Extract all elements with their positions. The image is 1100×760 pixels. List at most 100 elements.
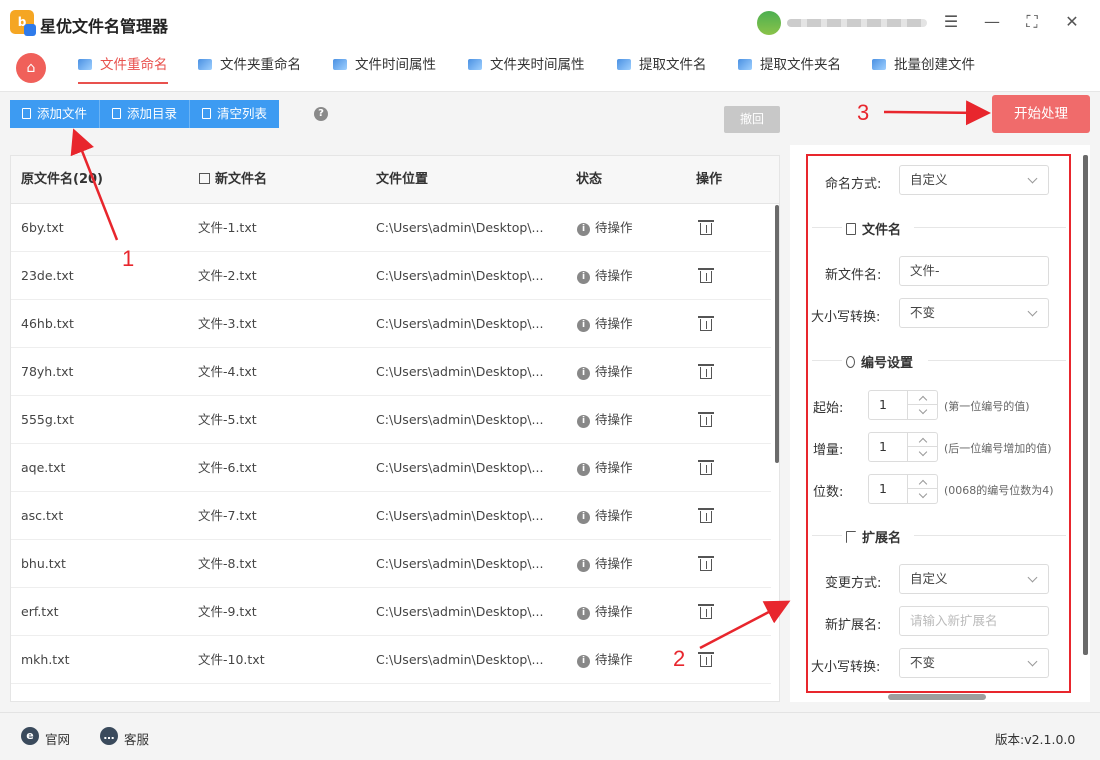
cell-location: C:\Users\admin\Desktop\... (376, 364, 544, 379)
delete-row-icon[interactable] (698, 459, 714, 475)
delete-row-icon[interactable] (698, 219, 714, 235)
support-link[interactable]: 客服 (124, 729, 149, 748)
app-window: b 星优文件名管理器 ☰ — ⛶ ✕ ⌂ 文件重命名 文件夹重命名 文件时间属性… (0, 0, 1100, 760)
case-select[interactable]: 不变 (899, 298, 1049, 328)
ext-mode-select[interactable]: 自定义 (899, 564, 1049, 594)
avatar (757, 11, 781, 35)
new-name-label: 新文件名: (825, 268, 882, 283)
header-new-name: 新文件名 (199, 156, 267, 204)
cell-location: C:\Users\admin\Desktop\... (376, 268, 544, 283)
new-extension-input[interactable]: 请输入新扩展名 (899, 606, 1049, 636)
delete-row-icon[interactable] (698, 411, 714, 427)
delete-row-icon[interactable] (698, 507, 714, 523)
table-row[interactable]: asc.txt 文件-7.txt C:\Users\admin\Desktop\..… (11, 492, 771, 540)
ext-case-select[interactable]: 不变 (899, 648, 1049, 678)
delete-row-icon[interactable] (698, 315, 714, 331)
cell-status: i 待操作 (577, 252, 633, 300)
extract-filename-icon (617, 59, 631, 70)
start-processing-button[interactable]: 开始处理 (992, 95, 1090, 133)
delete-row-icon[interactable] (698, 363, 714, 379)
flag-icon (846, 531, 856, 543)
document-icon (846, 223, 856, 235)
tab-extract-foldername[interactable]: 提取文件夹名 (738, 46, 841, 92)
digits-stepper[interactable]: 1 (868, 474, 938, 504)
home-icon[interactable]: ⌂ (16, 53, 46, 83)
divider (812, 360, 842, 361)
divider (812, 535, 842, 536)
table-row[interactable]: mkh.txt 文件-10.txt C:\Users\admin\Desktop\.… (11, 636, 771, 684)
user-account[interactable] (757, 11, 932, 35)
table-row[interactable]: 78yh.txt 文件-4.txt C:\Users\admin\Desktop\.… (11, 348, 771, 396)
cell-location: C:\Users\admin\Desktop\... (376, 556, 544, 571)
table-row[interactable]: aqe.txt 文件-6.txt C:\Users\admin\Desktop\..… (11, 444, 771, 492)
close-icon[interactable]: ✕ (1061, 11, 1083, 33)
delete-row-icon[interactable] (698, 603, 714, 619)
table-header: 原文件名(20) 新文件名 文件位置 状态 操作 (11, 156, 779, 204)
delete-row-icon[interactable] (698, 555, 714, 571)
table-row[interactable]: 555g.txt 文件-5.txt C:\Users\admin\Desktop\.… (11, 396, 771, 444)
settings-horizontal-scrollbar[interactable] (888, 694, 986, 700)
chat-icon[interactable]: … (100, 727, 118, 745)
increment-button[interactable] (908, 391, 938, 405)
table-row[interactable]: 46hb.txt 文件-3.txt C:\Users\admin\Desktop\.… (11, 300, 771, 348)
undo-button[interactable]: 撤回 (724, 106, 780, 133)
decrement-button[interactable] (908, 489, 938, 503)
settings-sliders-icon[interactable]: ☰ (940, 11, 962, 33)
help-icon[interactable]: ? (314, 107, 328, 121)
document-icon (112, 108, 122, 119)
cell-original-name: 23de.txt (21, 268, 74, 283)
tab-bar: ⌂ 文件重命名 文件夹重命名 文件时间属性 文件夹时间属性 提取文件名 提取文件… (0, 46, 1100, 92)
cell-original-name: 46hb.txt (21, 316, 74, 331)
counter-icon (846, 356, 855, 368)
tab-file-time[interactable]: 文件时间属性 (333, 46, 436, 92)
info-icon: i (577, 463, 590, 476)
cell-status: i 待操作 (577, 348, 633, 396)
new-name-input[interactable]: 文件- (899, 256, 1049, 286)
naming-mode-select[interactable]: 自定义 (899, 165, 1049, 195)
delete-row-icon[interactable] (698, 267, 714, 283)
cell-location: C:\Users\admin\Desktop\... (376, 508, 544, 523)
app-title: 星优文件名管理器 (40, 17, 169, 36)
decrement-button[interactable] (908, 405, 938, 419)
annotation-number-3: 3 (857, 100, 870, 125)
start-stepper[interactable]: 1 (868, 390, 938, 420)
tab-folder-time[interactable]: 文件夹时间属性 (468, 46, 585, 92)
cell-new-name: 文件-1.txt (198, 220, 257, 235)
settings-scrollbar[interactable] (1083, 155, 1088, 655)
cell-original-name: aqe.txt (21, 460, 66, 475)
table-row[interactable]: 6by.txt 文件-1.txt C:\Users\admin\Desktop\..… (11, 204, 771, 252)
website-link[interactable]: 官网 (45, 729, 70, 748)
info-icon: i (577, 415, 590, 428)
divider (928, 360, 1066, 361)
start-hint: (第一位编号的值) (944, 400, 1030, 413)
cell-status: i 待操作 (577, 540, 633, 588)
tab-file-rename[interactable]: 文件重命名 (78, 46, 168, 92)
file-time-icon (333, 59, 347, 70)
folder-time-icon (468, 59, 482, 70)
cell-location: C:\Users\admin\Desktop\... (376, 220, 544, 235)
increment-button[interactable] (908, 433, 938, 447)
tab-extract-filename[interactable]: 提取文件名 (617, 46, 707, 92)
tab-batch-create[interactable]: 批量创建文件 (872, 46, 975, 92)
add-file-button[interactable]: 添加文件 (10, 100, 101, 128)
decrement-button[interactable] (908, 447, 938, 461)
increment-button[interactable] (908, 475, 938, 489)
website-icon[interactable]: e (21, 727, 39, 745)
table-row[interactable]: bhu.txt 文件-8.txt C:\Users\admin\Desktop\..… (11, 540, 771, 588)
cell-original-name: 6by.txt (21, 220, 64, 235)
add-directory-button[interactable]: 添加目录 (100, 100, 191, 128)
folder-rename-icon (198, 59, 212, 70)
maximize-icon[interactable]: ⛶ (1021, 11, 1043, 33)
table-row[interactable]: erf.txt 文件-9.txt C:\Users\admin\Desktop\..… (11, 588, 771, 636)
minimize-icon[interactable]: — (981, 11, 1003, 33)
version-text: 版本:v2.1.0.0 (995, 732, 1076, 747)
info-icon: i (577, 367, 590, 380)
clear-list-button[interactable]: 清空列表 (190, 100, 280, 128)
tab-folder-rename[interactable]: 文件夹重命名 (198, 46, 301, 92)
step-stepper[interactable]: 1 (868, 432, 938, 462)
header-location: 文件位置 (376, 172, 429, 187)
info-icon: i (577, 511, 590, 524)
table-scrollbar[interactable] (775, 205, 779, 463)
annotation-number-1: 1 (122, 246, 135, 271)
delete-row-icon[interactable] (698, 651, 714, 667)
